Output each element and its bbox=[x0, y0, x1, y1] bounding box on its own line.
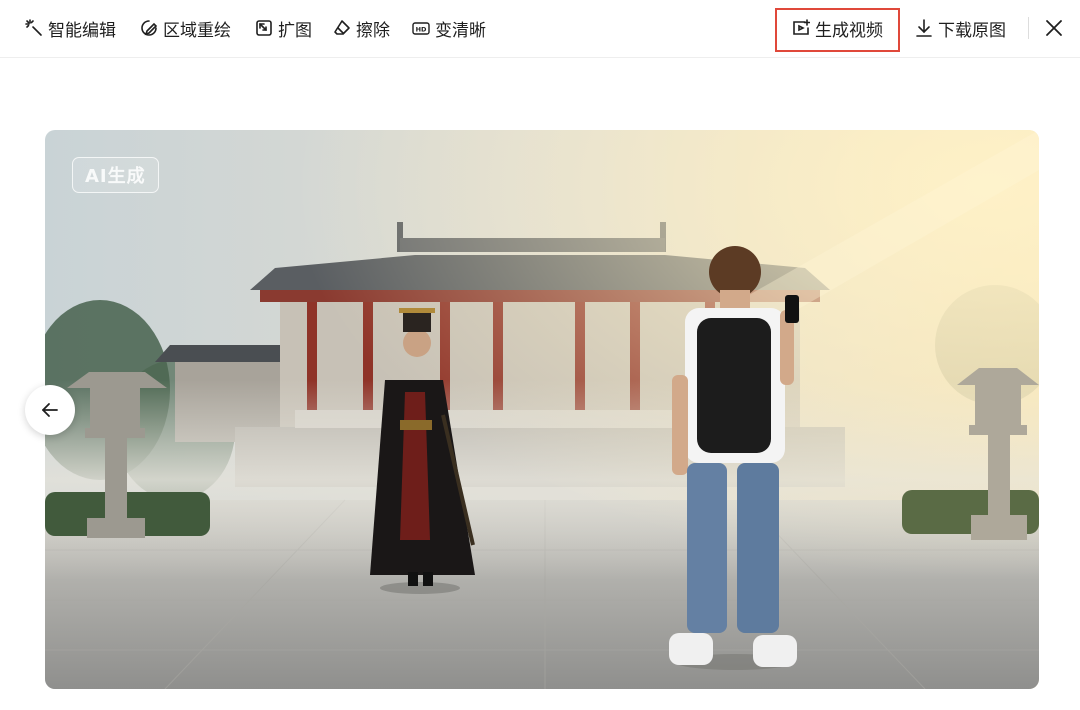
previous-image-button[interactable] bbox=[25, 385, 75, 435]
generate-video-label: 生成视频 bbox=[815, 20, 883, 41]
region-redraw-button[interactable]: 区域重绘 bbox=[140, 14, 231, 42]
erase-label: 擦除 bbox=[356, 20, 390, 41]
generate-video-button[interactable]: 生成视频 bbox=[792, 14, 883, 42]
magic-wand-icon bbox=[25, 19, 42, 36]
enhance-clarity-label: 变清晰 bbox=[435, 20, 486, 41]
smart-edit-button[interactable]: 智能编辑 bbox=[25, 14, 116, 42]
download-original-button[interactable]: 下载原图 bbox=[915, 14, 1006, 42]
ai-generated-badge: AI生成 bbox=[72, 157, 159, 193]
expand-image-button[interactable]: 扩图 bbox=[255, 14, 312, 42]
svg-text:HD: HD bbox=[416, 26, 427, 34]
generated-image: AI生成 bbox=[45, 130, 1039, 689]
download-icon bbox=[916, 19, 932, 37]
smart-edit-label: 智能编辑 bbox=[48, 20, 116, 41]
brush-redraw-icon bbox=[141, 20, 158, 36]
region-redraw-label: 区域重绘 bbox=[163, 20, 231, 41]
toolbar-divider bbox=[1028, 17, 1029, 39]
hd-icon: HD bbox=[412, 22, 430, 35]
download-original-label: 下载原图 bbox=[938, 20, 1006, 41]
expand-image-icon bbox=[256, 20, 272, 36]
enhance-clarity-button[interactable]: HD 变清晰 bbox=[412, 14, 486, 42]
erase-button[interactable]: 擦除 bbox=[333, 14, 390, 42]
close-button[interactable] bbox=[1044, 17, 1064, 39]
expand-image-label: 扩图 bbox=[278, 20, 312, 41]
toolbar: 智能编辑 区域重绘 扩图 擦除 HD 变清晰 生成视频 下载原图 bbox=[0, 0, 1080, 58]
eraser-icon bbox=[334, 20, 350, 35]
arrow-left-icon bbox=[42, 403, 58, 417]
generate-video-icon bbox=[793, 19, 810, 35]
close-icon bbox=[1046, 20, 1062, 36]
